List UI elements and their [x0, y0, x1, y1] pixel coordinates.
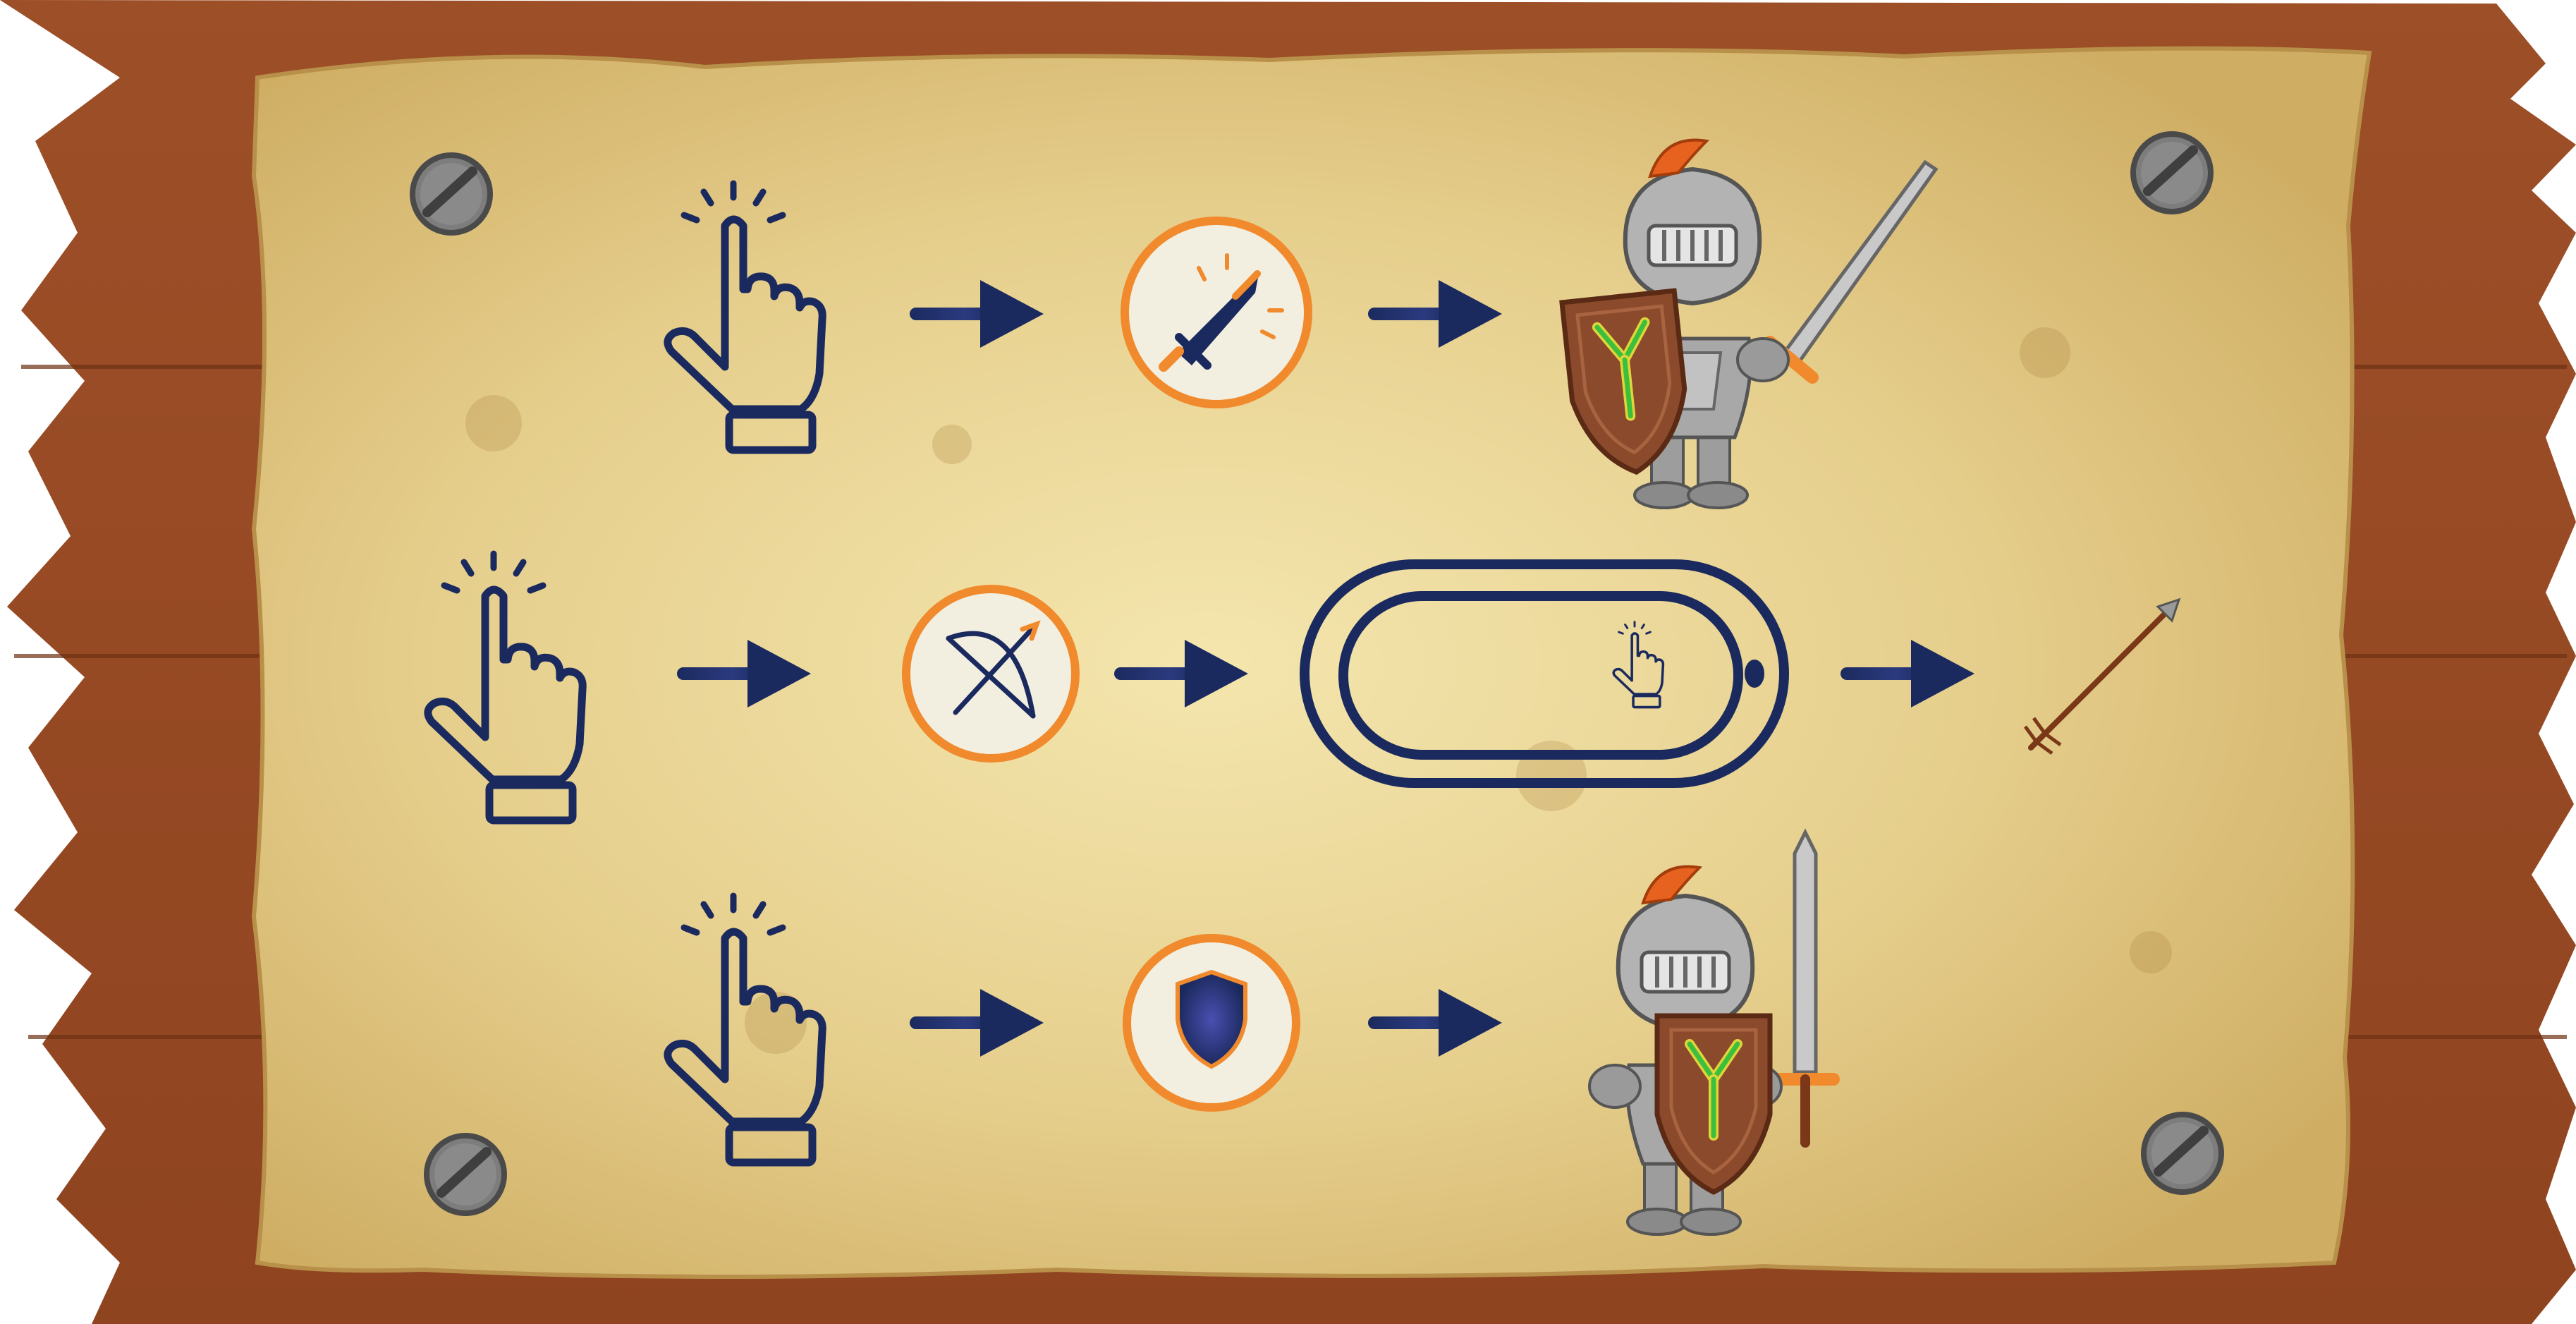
instruction-board [0, 0, 2576, 1324]
shield-button[interactable] [1123, 934, 1300, 1112]
screw-icon [427, 1136, 504, 1213]
screw-icon [2144, 1115, 2221, 1192]
screw-icon [2133, 134, 2211, 212]
sword-button[interactable] [1121, 217, 1312, 408]
parchment [251, 46, 2372, 1279]
bow-button[interactable] [902, 585, 1080, 763]
screw-icon [413, 155, 490, 233]
